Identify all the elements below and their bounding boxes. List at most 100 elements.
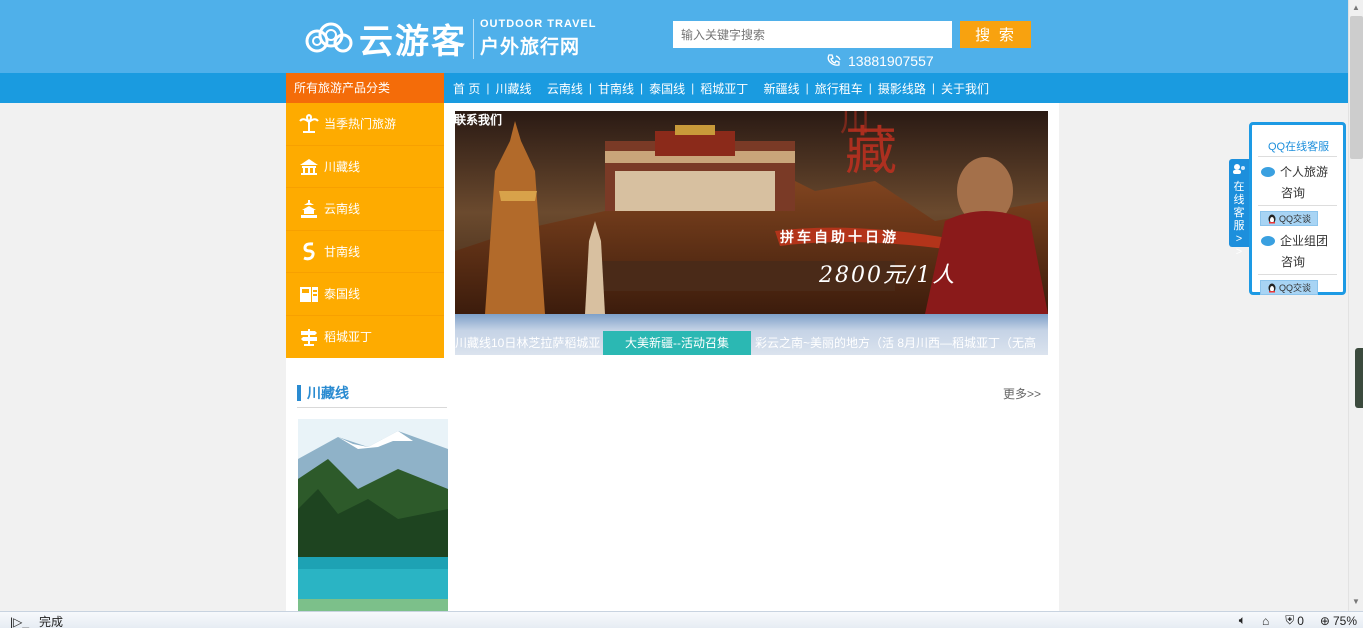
search-input[interactable] [673,21,952,48]
speaker-icon[interactable]: 🔈︎ [1239,613,1246,628]
logo-subtitle-en: OUTDOOR TRAVEL [480,18,597,30]
sidebar-item-sichuan-tibet[interactable]: 川藏线 [286,146,444,188]
banner-slogan: 拼车自助十日游 [780,230,899,246]
side-gadget-handle[interactable] [1355,348,1363,408]
sidebar-item-label: 甘南线 [324,244,361,259]
qq-personal-label: 个人旅游 [1280,165,1329,179]
all-categories-label[interactable]: 所有旅游产品分类 [286,73,444,103]
sidebar-item-label: 稻城亚丁 [324,330,373,345]
sidebar-item-label: 当季热门旅游 [324,117,397,132]
potala-palace-image: 藏 川 [455,111,1048,314]
banner-tab-sichuan-tibet[interactable]: 川藏线10日林芝拉萨稻城亚 [455,331,603,355]
cloud-logo-icon [303,19,355,59]
main-nav: 首 页 | 川藏线 云南线 | 甘南线 | 泰国线 | 稻城亚丁 新疆线 | 旅… [451,73,991,103]
temple-icon [299,156,319,176]
qq-personal-row: 个人旅游 [1252,163,1343,180]
more-link[interactable]: 更多>> [1003,385,1041,402]
banner-tabs: 川藏线10日林芝拉萨稻城亚 大美新疆--活动召集 彩云之南~美丽的地方（活 8月… [455,314,1048,355]
nav-item-thailand[interactable]: 泰国线 [647,80,687,97]
spiral-icon [299,241,319,261]
nav-separator [537,81,540,95]
protection-status[interactable]: ⛨ 0 [1285,613,1304,628]
qq-enterprise-label-2: 咨询 [1281,255,1306,269]
nav-separator: | [588,81,592,95]
category-sidebar: 当季热门旅游 川藏线 云南线 甘南线 泰国线 稻城亚丁 [286,103,444,358]
sidebar-item-gannan[interactable]: 甘南线 [286,231,444,273]
penguin-icon [1268,283,1276,292]
mountain-lake-image [298,419,448,613]
zoom-control[interactable]: ⊕ 75% [1320,614,1357,628]
qq-chat-label: QQ交谈 [1278,214,1311,224]
nav-separator: | [805,81,809,95]
nav-separator: | [931,81,936,95]
section-divider [297,407,447,408]
qq-chat-label: QQ交谈 [1278,283,1311,293]
sidebar-item-hot-season[interactable]: 当季热门旅游 [286,103,444,146]
qq-chat-button-personal[interactable]: QQ交谈 [1260,211,1318,226]
qq-chat-button-enterprise[interactable]: QQ交谈 [1260,280,1318,295]
signpost-icon [299,327,319,347]
penguin-icon [1268,214,1276,223]
scroll-down-arrow-icon[interactable]: ▼ [1352,597,1360,606]
nav-separator: | [868,81,872,95]
phone-contact: 13881907557 [826,53,934,69]
nav-item-about[interactable]: 关于我们 [939,80,991,97]
banner-price: 2800元/1人 [819,263,957,288]
banner-tab-xinjiang[interactable]: 大美新疆--活动召集 [603,331,751,355]
sidebar-item-daocheng[interactable]: 稻城亚丁 [286,316,444,359]
nav-item-gannan[interactable]: 甘南线 [596,80,636,97]
nav-separator [754,81,757,95]
sidebar-item-yunnan[interactable]: 云南线 [286,188,444,231]
passport-icon [299,284,319,304]
qq-service-panel: QQ在线客服 个人旅游 咨询 QQ交谈 企业组团 咨询 QQ交谈 [1249,122,1346,295]
logo-subtitle: OUTDOOR TRAVEL 户外旅行网 [480,18,596,59]
browser-status-bar: |▷_ 完成 🔈︎ ⌂ ⛨ 0 ⊕ 75% [0,611,1363,628]
phone-icon [827,54,841,66]
vertical-scrollbar[interactable]: ▲ ▼ [1348,0,1363,611]
qq-panel-title: QQ在线客服 [1258,125,1337,157]
site-logo[interactable]: 云游客 OUTDOOR TRAVEL 户外旅行网 [303,14,596,63]
section-title-text: 川藏线 [307,385,349,401]
sidebar-item-label: 云南线 [324,202,361,217]
search-button[interactable]: 搜 索 [960,21,1031,48]
network-icon[interactable]: ⌂ [1262,614,1269,628]
qq-divider [1258,205,1337,206]
logo-subtitle-cn: 户外旅行网 [480,37,581,58]
nav-item-yunnan[interactable]: 云南线 [545,80,585,97]
qq-enterprise-row: 企业组团 [1252,232,1343,249]
nav-separator: | [691,81,695,95]
sidebar-item-thailand[interactable]: 泰国线 [286,273,444,316]
contact-us-link[interactable]: 联系我们 [454,111,502,128]
zoom-level: 75% [1332,613,1357,628]
route-thumbnail[interactable] [298,419,448,613]
qq-personal-label-2: 咨询 [1281,186,1306,200]
scroll-thumb[interactable] [1350,16,1363,159]
scroll-up-arrow-icon[interactable]: ▲ [1352,3,1360,12]
nav-separator: | [486,81,490,95]
nav-item-car-rental[interactable]: 旅行租车 [813,80,865,97]
phone-number: 13881907557 [848,53,934,69]
qq-divider [1258,274,1337,275]
sidebar-item-label: 川藏线 [324,159,361,174]
online-service-tab-label: 在线客服>> [1233,181,1245,258]
nav-item-home[interactable]: 首 页 [451,80,482,97]
nav-item-photography[interactable]: 摄影线路 [876,80,928,97]
users-icon [1233,164,1245,174]
banner-tab-yunnan[interactable]: 彩云之南~美丽的地方（活 8月川西—稻城亚丁（无高 [751,331,1048,355]
online-service-tab[interactable]: 在线客服>> [1229,159,1249,258]
nav-item-sichuan-tibet[interactable]: 川藏线 [493,80,533,97]
svg-text:川: 川 [840,111,870,139]
page-status-text: 完成 [39,615,64,628]
nav-item-daocheng[interactable]: 稻城亚丁 [698,80,750,97]
banner-image[interactable]: 藏 川 拼车自助十日游 2800元/1人 [455,111,1048,314]
logo-divider [473,18,474,59]
nav-separator: | [639,81,644,95]
chat-bubble-icon [1261,235,1275,246]
chat-bubble-icon [1261,166,1275,177]
pagoda-icon [299,199,319,219]
nav-item-xinjiang[interactable]: 新疆线 [762,80,802,97]
protection-count: 0 [1297,613,1304,628]
qq-enterprise-label: 企业组团 [1280,234,1329,248]
logo-title: 云游客 [359,22,467,62]
section-title: 川藏线 [297,383,349,403]
